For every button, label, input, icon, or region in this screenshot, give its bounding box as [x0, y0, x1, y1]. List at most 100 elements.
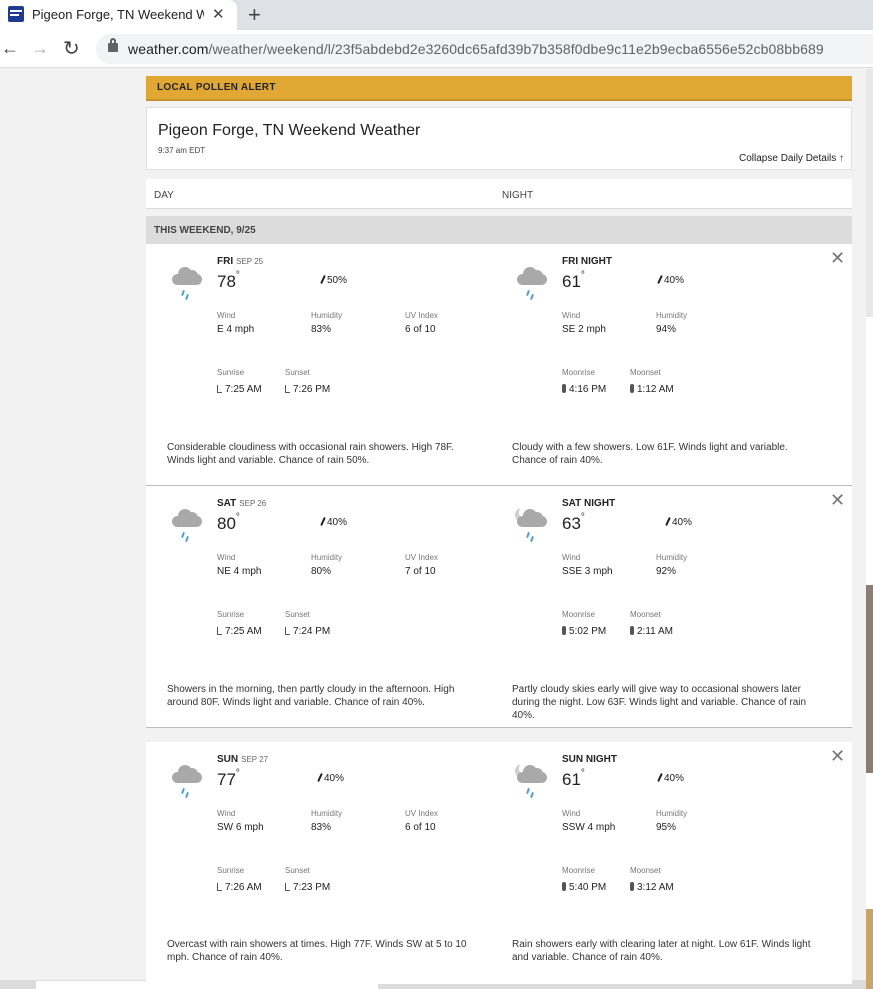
moonset-time: 1:12 AM: [637, 384, 674, 395]
precip-chance: 40%: [317, 772, 344, 784]
url-domain: weather.com: [128, 41, 209, 57]
right-ad-column: [866, 69, 873, 989]
raindrop-icon: [665, 516, 671, 527]
day-forecast: SUN SEP 27 77° 40% Wind SW 6 mph Humidity…: [146, 742, 491, 984]
sunset-value: 7:23 PM: [285, 882, 330, 893]
moonrise-label: Moonrise: [562, 610, 595, 619]
sunset-label: Sunset: [285, 866, 310, 875]
wind-label: Wind: [562, 553, 581, 562]
day-card-sun: SUN SEP 27 77° 40% Wind SW 6 mph Humidity…: [146, 742, 852, 984]
pollen-alert-label: LOCAL POLLEN ALERT: [157, 82, 276, 93]
forward-arrow-icon[interactable]: →: [31, 38, 49, 59]
tab-close-icon[interactable]: ✕: [212, 5, 225, 23]
precip-value: 40%: [664, 275, 685, 286]
night-forecast: FRI NIGHT 61° 40% Wind SE 2 mph Humidity…: [491, 244, 836, 486]
reload-icon[interactable]: ↻: [63, 36, 80, 61]
sunset-label: Sunset: [285, 368, 310, 377]
url-text[interactable]: weather.com/weather/weekend/l/23f5abdebd…: [128, 41, 824, 57]
day-card-sat: SAT SEP 26 80° 40% Wind NE 4 mph Humidity…: [146, 486, 852, 728]
pollen-alert-banner[interactable]: LOCAL POLLEN ALERT: [146, 76, 852, 101]
moonset-label: Moonset: [630, 610, 661, 619]
close-details-icon[interactable]: ✕: [830, 747, 845, 765]
temp-value: 63: [562, 514, 581, 533]
sunset-icon: [285, 627, 290, 635]
sunrise-value: 7:25 AM: [217, 384, 262, 395]
humidity-label: Humidity: [311, 553, 343, 562]
wind-value: SW 6 mph: [217, 822, 264, 833]
humidity-value: 83%: [311, 324, 332, 335]
sunrise-icon: [217, 627, 222, 635]
day-name-text: FRI: [217, 256, 234, 267]
temp-value: 61: [562, 272, 581, 291]
forecast-header: Pigeon Forge, TN Weekend Weather 9:37 am…: [146, 107, 852, 170]
night-temperature: 61°: [562, 270, 585, 291]
moonrise-time: 5:40 PM: [569, 882, 607, 893]
humidity-value: 94%: [656, 324, 677, 335]
sunrise-label: Sunrise: [217, 368, 245, 377]
wind-value: E 4 mph: [217, 324, 255, 335]
rain-cloud-icon: [515, 266, 549, 302]
moonset-time: 3:12 AM: [637, 882, 674, 893]
moon-cloud-rain-icon: [515, 762, 549, 800]
sunrise-label: Sunrise: [217, 610, 245, 619]
sunset-time: 7:23 PM: [293, 882, 331, 893]
day-narrative: Overcast with rain showers at times. Hig…: [167, 939, 467, 963]
raindrop-icon: [657, 274, 663, 285]
wind-label: Wind: [217, 553, 236, 562]
sunset-label: Sunset: [285, 610, 310, 619]
temp-value: 78: [217, 272, 236, 291]
sunset-time: 7:24 PM: [293, 626, 331, 637]
address-bar: ← → ↻ weather.com/weather/weekend/l/23f5…: [0, 30, 873, 68]
moonrise-time: 4:16 PM: [569, 384, 607, 395]
raindrop-icon: [657, 772, 663, 783]
day-date: SEP 27: [241, 755, 269, 764]
collapse-details-button[interactable]: Collapse Daily Details ↑: [739, 153, 844, 164]
sunrise-icon: [217, 883, 222, 891]
browser-tab[interactable]: Pigeon Forge, TN Weekend Weather ✕: [0, 0, 237, 30]
moonrise-value: 4:16 PM: [562, 384, 606, 395]
wind-label: Wind: [562, 809, 581, 818]
uv-value: 6 of 10: [405, 822, 436, 833]
humidity-label: Humidity: [656, 311, 688, 320]
moonrise-label: Moonrise: [562, 866, 595, 875]
moonset-label: Moonset: [630, 866, 661, 875]
precip-chance: 50%: [320, 274, 348, 286]
url-omnibox[interactable]: weather.com/weather/weekend/l/23f5abdebd…: [96, 34, 873, 64]
moonset-value: 1:12 AM: [630, 384, 674, 395]
url-path: /weather/weekend/l/23f5abdebd2e3260dc65a…: [208, 41, 824, 57]
new-tab-icon[interactable]: +: [248, 2, 261, 28]
night-column-label: NIGHT: [502, 190, 534, 201]
precip-chance: 40%: [657, 772, 684, 784]
sunrise-icon: [217, 385, 222, 393]
precip-chance: 40%: [657, 274, 685, 286]
night-temperature: 61°: [562, 768, 585, 789]
day-date: SEP 25: [236, 257, 264, 266]
precip-chance: 40%: [665, 516, 692, 528]
weather-channel-favicon-icon: [8, 6, 24, 22]
moonrise-time: 5:02 PM: [569, 626, 607, 637]
precip-value: 40%: [327, 517, 348, 528]
lock-icon[interactable]: [108, 38, 118, 52]
moonrise-label: Moonrise: [562, 368, 595, 377]
close-details-icon[interactable]: ✕: [830, 249, 845, 267]
day-temperature: 80°: [217, 512, 240, 533]
close-details-icon[interactable]: ✕: [830, 491, 845, 509]
sunset-icon: [285, 883, 290, 891]
moonset-value: 2:11 AM: [630, 626, 673, 637]
day-name-text: SUN: [217, 754, 239, 765]
moonset-icon: [630, 882, 634, 891]
night-narrative: Partly cloudy skies early will give way …: [512, 684, 807, 721]
humidity-value: 83%: [311, 822, 332, 833]
precip-value: 50%: [327, 275, 348, 286]
wind-value: SE 2 mph: [562, 324, 606, 335]
day-name: SAT SEP 26: [217, 498, 266, 509]
day-temperature: 77°: [217, 768, 240, 789]
sunrise-value: 7:25 AM: [217, 626, 262, 637]
weekend-label: THIS WEEKEND, 9/25: [154, 225, 256, 236]
day-name: SUN SEP 27: [217, 754, 268, 765]
back-arrow-icon[interactable]: ←: [1, 38, 19, 59]
day-column-label: DAY: [154, 190, 174, 201]
temp-value: 80: [217, 514, 236, 533]
temp-value: 61: [562, 770, 581, 789]
humidity-value: 92%: [656, 566, 677, 577]
